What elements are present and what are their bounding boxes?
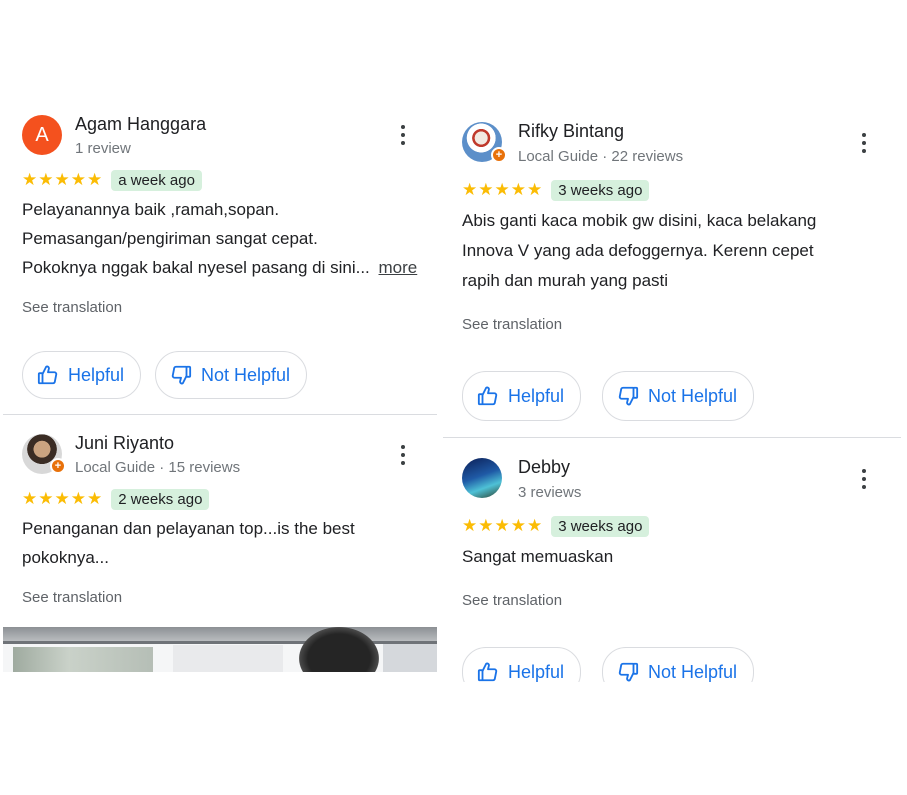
review-text: Sangat memuaskan [462, 542, 613, 571]
review-text-line-content: Pokoknya nggak bakal nyesel pasang di si… [22, 258, 370, 277]
reviewer-name[interactable]: Rifky Bintang [518, 121, 624, 142]
divider [3, 414, 437, 415]
review-text-line: Pokoknya nggak bakal nyesel pasang di si… [22, 253, 417, 282]
see-translation-link[interactable]: See translation [462, 316, 562, 333]
review-column-left: A Agam Hanggara 1 review ★★★★★ a week ag… [0, 100, 440, 672]
rating-row: ★★★★★ 3 weeks ago [462, 179, 650, 201]
rating-row: ★★★★★ 3 weeks ago [462, 515, 650, 537]
not-helpful-label: Not Helpful [648, 385, 738, 406]
star-rating: ★★★★★ [22, 489, 104, 508]
divider [443, 437, 901, 438]
more-options-icon[interactable] [859, 132, 869, 154]
thumbs-up-icon [477, 662, 498, 682]
helpful-button[interactable]: Helpful [462, 371, 582, 421]
helpful-label: Helpful [68, 364, 125, 385]
review-text-line: Penanganan dan pelayanan top...is the be… [22, 519, 355, 538]
thumbs-down-icon [171, 365, 192, 385]
photo-trees [13, 647, 153, 672]
review-text: Pelayanannya baik ,ramah,sopan. Pemasang… [22, 195, 417, 282]
not-helpful-label: Not Helpful [648, 661, 738, 682]
review-column-right: + Rifky Bintang Local Guide · 22 reviews… [441, 100, 903, 682]
review-text-line: pokoknya... [22, 548, 109, 567]
helpful-button[interactable]: Helpful [22, 351, 142, 399]
see-translation-link[interactable]: See translation [462, 592, 562, 609]
review-text-line: Pemasangan/pengiriman sangat cepat. [22, 229, 318, 248]
not-helpful-label: Not Helpful [201, 364, 291, 385]
more-options-icon[interactable] [398, 124, 408, 146]
reviewer-name[interactable]: Agam Hanggara [75, 114, 206, 135]
avatar[interactable]: A [22, 115, 62, 155]
review-text-line: Sangat memuaskan [462, 547, 614, 566]
not-helpful-button[interactable]: Not Helpful [602, 647, 755, 682]
reviewer-meta: 3 reviews [518, 484, 582, 501]
photo-dark-object [299, 627, 379, 672]
helpful-button[interactable]: Helpful [462, 647, 582, 682]
review-date: a week ago [111, 169, 202, 191]
star-rating: ★★★★★ [22, 170, 104, 189]
thumbs-up-icon [477, 386, 498, 406]
star-rating: ★★★★★ [462, 516, 544, 535]
review-date: 3 weeks ago [551, 179, 650, 201]
thumbs-up-icon [37, 365, 58, 385]
helpful-label: Helpful [508, 661, 565, 682]
photo-background [383, 644, 437, 672]
review-text: Penanganan dan pelayanan top...is the be… [22, 514, 355, 572]
review-date: 3 weeks ago [551, 515, 650, 537]
reviewer-meta: 1 review [75, 140, 131, 157]
review-text-line: Pelayanannya baik ,ramah,sopan. [22, 200, 280, 219]
rating-row: ★★★★★ a week ago [22, 169, 202, 191]
rating-row: ★★★★★ 2 weeks ago [22, 488, 210, 510]
review-text: Abis ganti kaca mobik gw disini, kaca be… [462, 206, 816, 296]
thumbs-down-icon [618, 662, 639, 682]
more-options-icon[interactable] [859, 468, 869, 490]
review-text-line: Innova V yang ada defoggernya. Kerenn ce… [462, 241, 814, 260]
star-rating: ★★★★★ [462, 180, 544, 199]
not-helpful-button[interactable]: Not Helpful [602, 371, 755, 421]
review-photo[interactable] [3, 627, 437, 672]
avatar[interactable] [462, 458, 502, 498]
reviewer-name[interactable]: Juni Riyanto [75, 433, 174, 454]
review-text-line: rapih dan murah yang pasti [462, 271, 669, 290]
helpful-label: Helpful [508, 385, 565, 406]
reviewer-meta: Local Guide · 15 reviews [75, 459, 241, 476]
local-guide-badge-icon: + [491, 147, 507, 163]
reviewer-meta: Local Guide · 22 reviews [518, 148, 684, 165]
review-text-line: Abis ganti kaca mobik gw disini, kaca be… [462, 211, 817, 230]
see-translation-link[interactable]: See translation [22, 299, 122, 316]
local-guide-badge-icon: + [50, 458, 66, 474]
more-options-icon[interactable] [398, 444, 408, 466]
see-translation-link[interactable]: See translation [22, 589, 122, 606]
photo-wall [173, 645, 283, 672]
more-link[interactable]: more [379, 258, 418, 277]
thumbs-down-icon [618, 386, 639, 406]
reviewer-name[interactable]: Debby [518, 457, 570, 478]
not-helpful-button[interactable]: Not Helpful [155, 351, 308, 399]
review-date: 2 weeks ago [111, 488, 210, 510]
